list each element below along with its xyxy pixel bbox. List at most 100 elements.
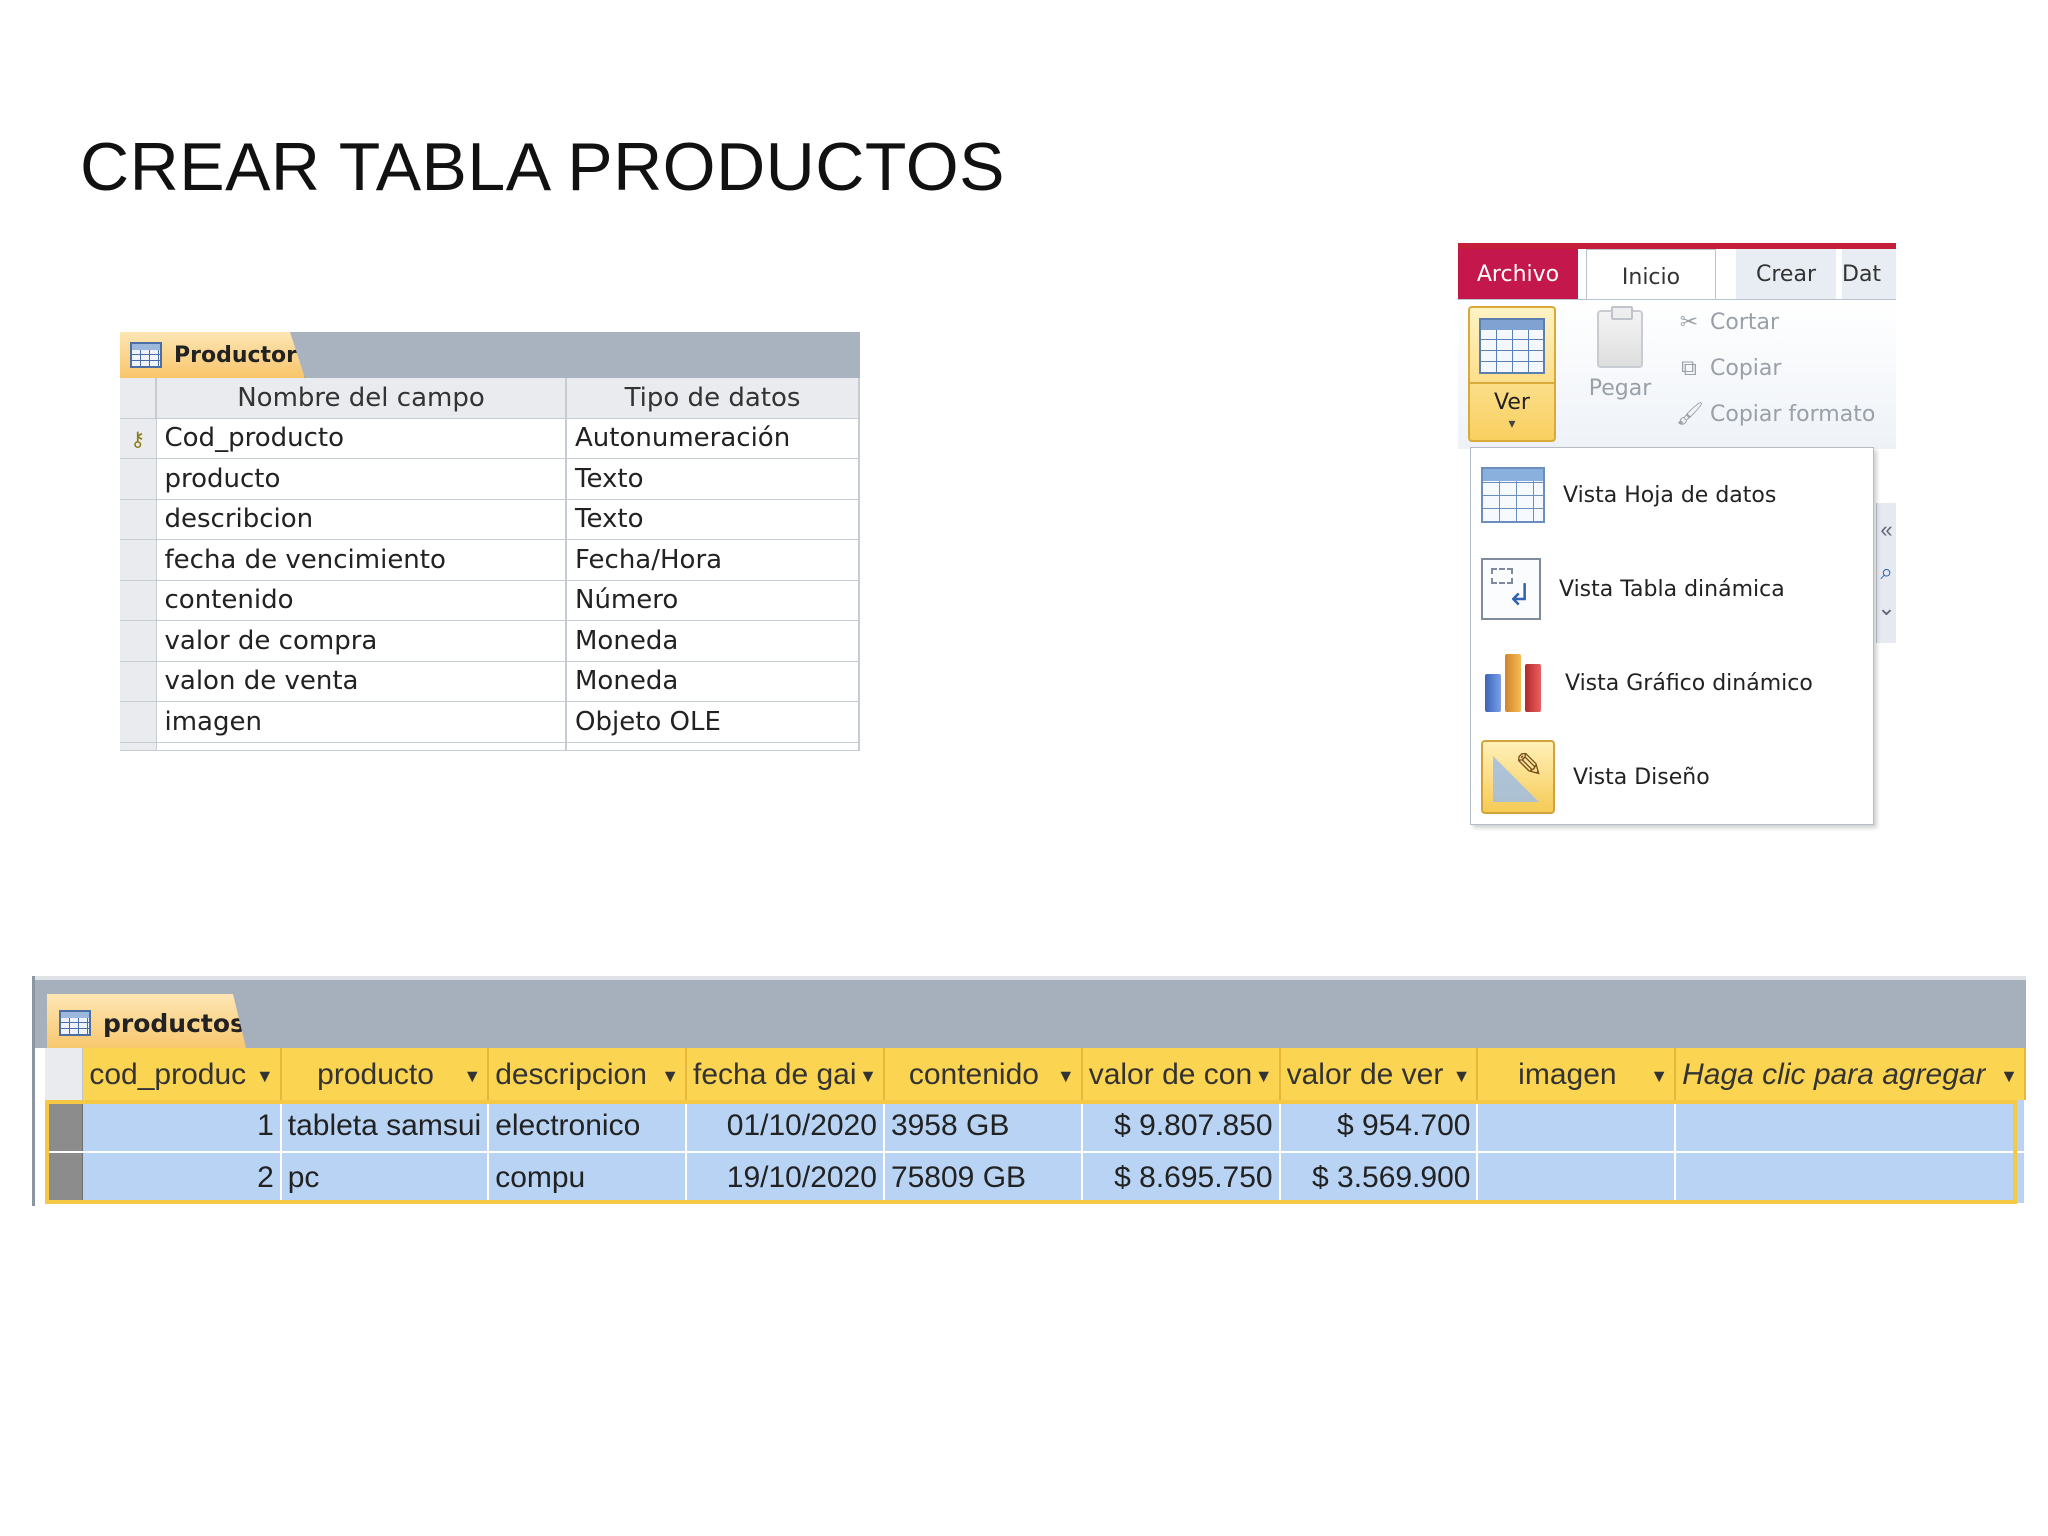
column-header[interactable]: descripcion ▼: [488, 1048, 688, 1100]
chevron-icon[interactable]: ⌄: [1877, 595, 1896, 621]
row-selector[interactable]: [120, 620, 157, 662]
tab-archivo[interactable]: Archivo: [1458, 249, 1578, 299]
nav-pane-strip[interactable]: « ⌕ ⌄: [1876, 503, 1896, 643]
menu-item-vista-diseno[interactable]: Vista Diseño: [1471, 730, 1875, 824]
column-header[interactable]: contenido ▼: [883, 1048, 1083, 1100]
row-selector[interactable]: [45, 1152, 84, 1205]
pegar-button[interactable]: Pegar: [1580, 306, 1660, 401]
dropdown-arrow-icon[interactable]: ▼: [1255, 1066, 1273, 1087]
table-cell[interactable]: $ 3.569.900: [1279, 1152, 1479, 1205]
column-header[interactable]: valor de ver ▼: [1279, 1048, 1479, 1100]
design-row[interactable]: producto Texto: [120, 458, 860, 500]
field-name-cell[interactable]: contenido: [156, 580, 567, 621]
row-selector[interactable]: [120, 580, 157, 621]
field-name-cell[interactable]: fecha de vencimiento: [156, 539, 567, 581]
column-header[interactable]: fecha de gai ▼: [686, 1048, 885, 1100]
design-row[interactable]: describcion Texto: [120, 499, 860, 540]
field-name-cell[interactable]: Cod_producto: [156, 418, 567, 459]
table-cell[interactable]: 1: [82, 1100, 282, 1153]
table-cell[interactable]: 3958 GB: [883, 1100, 1083, 1153]
table-cell[interactable]: 2: [82, 1152, 282, 1205]
scissors-icon: ✂: [1679, 310, 1699, 335]
row-selector[interactable]: [120, 701, 157, 743]
column-header[interactable]: valor de con ▼: [1081, 1048, 1281, 1100]
table-cell[interactable]: $ 9.807.850: [1081, 1100, 1281, 1153]
row-selector[interactable]: [120, 742, 157, 751]
data-type-cell[interactable]: Texto: [566, 499, 860, 540]
table-cell[interactable]: [1675, 1100, 2026, 1153]
table-cell[interactable]: pc: [280, 1152, 490, 1205]
table-cell[interactable]: [1477, 1152, 1677, 1205]
table-cell[interactable]: [1477, 1100, 1677, 1153]
design-row-empty[interactable]: [120, 742, 860, 751]
dropdown-arrow-icon[interactable]: ▼: [1453, 1066, 1471, 1087]
design-row[interactable]: valor de compra Moneda: [120, 620, 860, 662]
column-header[interactable]: cod_produc ▼: [82, 1048, 282, 1100]
dropdown-arrow-icon[interactable]: ▼: [1057, 1066, 1075, 1087]
table-cell[interactable]: 75809 GB: [883, 1152, 1083, 1205]
dropdown-arrow-icon[interactable]: ▼: [1650, 1066, 1668, 1087]
design-row[interactable]: contenido Número: [120, 580, 860, 621]
data-type-cell[interactable]: Moneda: [566, 661, 860, 702]
tab-inicio[interactable]: Inicio: [1586, 249, 1716, 305]
field-name-cell[interactable]: imagen: [156, 701, 567, 743]
row-selector[interactable]: [120, 539, 157, 581]
design-row[interactable]: valon de venta Moneda: [120, 661, 860, 702]
field-name-cell[interactable]: producto: [156, 458, 567, 500]
row-selector[interactable]: [120, 458, 157, 500]
table-cell[interactable]: tableta samsui: [280, 1100, 490, 1153]
field-name-cell[interactable]: describcion: [156, 499, 567, 540]
tab-datos[interactable]: Dat: [1842, 249, 1896, 299]
design-row[interactable]: ⚷ Cod_producto Autonumeración: [120, 418, 860, 459]
table-row[interactable]: 2 pc compu 19/10/2020 75809 GB $ 8.695.7…: [45, 1152, 2026, 1205]
column-header-label: Haga clic para agregar: [1682, 1057, 1986, 1091]
search-icon[interactable]: ⌕: [1877, 559, 1896, 585]
datasheet-table-tab[interactable]: productos: [47, 994, 247, 1052]
design-row[interactable]: fecha de vencimiento Fecha/Hora: [120, 539, 860, 581]
table-cell[interactable]: 01/10/2020: [686, 1100, 885, 1153]
tab-crear[interactable]: Crear: [1736, 249, 1836, 299]
field-name-cell[interactable]: [156, 742, 567, 751]
menu-item-vista-hoja-de-datos[interactable]: Vista Hoja de datos: [1471, 448, 1875, 542]
data-type-cell[interactable]: Autonumeración: [566, 418, 860, 459]
dropdown-arrow-icon[interactable]: ▼: [463, 1066, 481, 1087]
copiar-formato-button[interactable]: 🖌 Copiar formato: [1676, 402, 1875, 427]
design-row[interactable]: imagen Objeto OLE: [120, 701, 860, 743]
column-header[interactable]: imagen ▼: [1477, 1048, 1677, 1100]
table-cell[interactable]: $ 954.700: [1279, 1100, 1479, 1153]
row-selector[interactable]: ⚷: [120, 418, 157, 459]
column-header[interactable]: producto ▼: [280, 1048, 490, 1100]
collapse-icon[interactable]: «: [1877, 517, 1896, 543]
select-all-corner[interactable]: [45, 1048, 84, 1100]
row-selector[interactable]: [120, 661, 157, 702]
table-row[interactable]: 1 tableta samsui electronico 01/10/2020 …: [45, 1100, 2026, 1153]
table-cell[interactable]: 19/10/2020: [686, 1152, 885, 1205]
design-table-tab[interactable]: Productor: [120, 332, 305, 378]
menu-item-vista-grafico-dinamico[interactable]: Vista Gráfico dinámico: [1471, 636, 1875, 730]
table-cell[interactable]: electronico: [488, 1100, 688, 1153]
field-name-cell[interactable]: valor de compra: [156, 620, 567, 662]
dropdown-arrow-icon[interactable]: ▼: [859, 1066, 877, 1087]
select-all-corner[interactable]: [120, 378, 157, 419]
data-type-cell[interactable]: Moneda: [566, 620, 860, 662]
row-selector[interactable]: [120, 499, 157, 540]
data-type-cell[interactable]: Fecha/Hora: [566, 539, 860, 581]
add-field-header[interactable]: Haga clic para agregar ▼: [1675, 1048, 2026, 1100]
datasheet-tab-label: productos: [103, 1008, 245, 1038]
field-name-cell[interactable]: valon de venta: [156, 661, 567, 702]
table-cell[interactable]: [1675, 1152, 2026, 1205]
dropdown-arrow-icon[interactable]: ▼: [256, 1066, 274, 1087]
data-type-cell[interactable]: Texto: [566, 458, 860, 500]
data-type-cell[interactable]: Número: [566, 580, 860, 621]
data-type-cell[interactable]: [566, 742, 860, 751]
menu-item-vista-tabla-dinamica[interactable]: Vista Tabla dinámica: [1471, 542, 1875, 636]
copiar-button[interactable]: ⧉ Copiar: [1676, 356, 1781, 381]
cortar-button[interactable]: ✂ Cortar: [1676, 310, 1779, 335]
table-cell[interactable]: $ 8.695.750: [1081, 1152, 1281, 1205]
data-type-cell[interactable]: Objeto OLE: [566, 701, 860, 743]
ver-button[interactable]: Ver ▾: [1468, 306, 1556, 442]
dropdown-arrow-icon[interactable]: ▼: [2000, 1066, 2018, 1087]
dropdown-arrow-icon[interactable]: ▼: [661, 1066, 679, 1087]
row-selector[interactable]: [45, 1100, 84, 1153]
table-cell[interactable]: compu: [488, 1152, 688, 1205]
